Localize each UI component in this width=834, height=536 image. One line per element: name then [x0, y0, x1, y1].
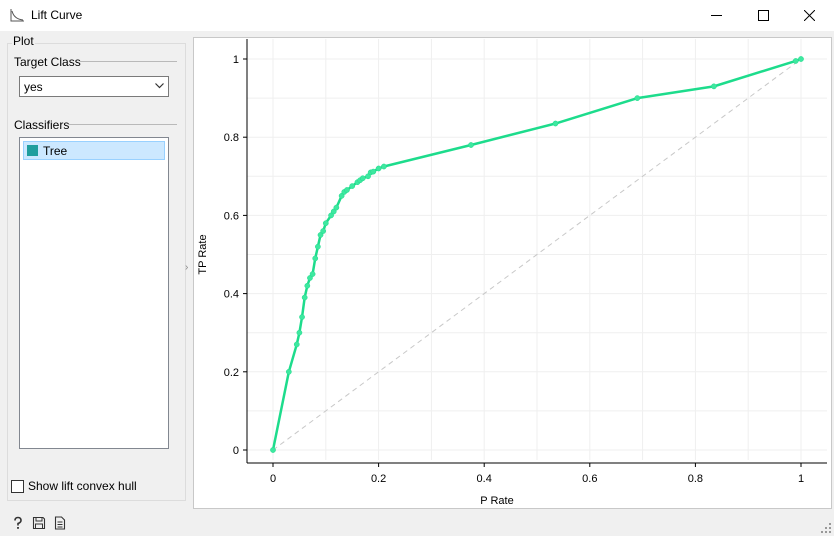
chevron-down-icon	[155, 83, 164, 89]
y-tick-label: 0.2	[224, 367, 239, 379]
curve-point	[375, 165, 382, 172]
target-class-select[interactable]: yes	[19, 76, 169, 97]
y-tick-label: 0.4	[224, 289, 239, 301]
title-bar: Lift Curve	[0, 0, 834, 31]
y-axis-title: TP Rate	[197, 234, 209, 274]
curve-point	[270, 447, 276, 453]
curve-point	[634, 95, 641, 101]
curve-point	[552, 120, 559, 127]
maximize-icon	[758, 10, 769, 21]
plot-area: 0 0.2 0.4 0.6 0.8 1 0 0.2 0.4 0.6 0.8 1 P Rate TP Rat…	[193, 37, 832, 509]
report-icon[interactable]	[53, 516, 67, 530]
curve-point	[301, 294, 308, 301]
x-tick-label: 0.8	[688, 473, 703, 485]
curve-point	[315, 243, 321, 250]
curve-point	[296, 329, 303, 336]
curve-point	[349, 183, 356, 189]
resize-grip-icon[interactable]	[821, 523, 831, 533]
classifiers-list[interactable]: Tree	[19, 137, 169, 449]
target-class-value: yes	[24, 80, 43, 94]
curve-point	[322, 220, 329, 227]
classifier-item-tree[interactable]: Tree	[23, 141, 165, 160]
x-tick-label: 0.4	[477, 473, 492, 485]
close-button[interactable]	[787, 0, 833, 31]
x-tick-label: 0	[270, 473, 276, 485]
convex-hull-checkbox[interactable]	[11, 480, 24, 493]
classifiers-divider	[68, 124, 177, 125]
minimize-button[interactable]	[694, 0, 740, 31]
save-icon[interactable]	[32, 516, 46, 530]
curve-point	[312, 255, 319, 262]
convex-hull-label: Show lift convex hull	[28, 479, 137, 493]
classifiers-label: Classifiers	[14, 118, 70, 132]
curve-point	[711, 83, 717, 90]
curve-point	[381, 163, 387, 170]
curve-point	[468, 142, 474, 148]
x-axis-title: P Rate	[480, 495, 513, 507]
minimize-icon	[711, 15, 722, 16]
target-class-label: Target Class	[14, 55, 81, 69]
status-bar	[0, 510, 834, 536]
close-icon	[804, 10, 815, 21]
curve-point	[320, 228, 327, 234]
curve-point	[299, 314, 305, 320]
maximize-button[interactable]	[741, 0, 787, 31]
curve-point	[798, 56, 804, 62]
curve-point	[293, 341, 300, 348]
curve-point	[285, 368, 292, 375]
classifier-color-swatch	[27, 145, 38, 156]
lift-curve-chart: 0 0.2 0.4 0.6 0.8 1 0 0.2 0.4 0.6 0.8 1 P Rate TP Rat…	[197, 39, 827, 507]
x-tick-label: 0.2	[371, 473, 386, 485]
y-tick-label: 0	[233, 445, 239, 457]
lift-curve-app-icon	[10, 9, 24, 22]
curve-point	[370, 168, 377, 175]
y-tick-label: 0.6	[224, 210, 239, 222]
y-tick-label: 0.8	[224, 132, 239, 144]
plot-group-label: Plot	[12, 34, 35, 48]
curve-point	[309, 271, 316, 277]
help-icon[interactable]	[11, 516, 25, 530]
curve-point	[304, 282, 311, 289]
x-tick-label: 1	[798, 473, 804, 485]
curve-point	[792, 58, 799, 64]
x-tick-label: 0.6	[582, 473, 597, 485]
panel-splitter-handle[interactable]: ›	[185, 262, 188, 273]
curve-point	[333, 204, 340, 211]
curve-point	[344, 187, 350, 193]
window-title: Lift Curve	[31, 8, 83, 22]
curve-point	[359, 175, 366, 182]
y-tick-label: 1	[233, 54, 239, 66]
classifier-item-label: Tree	[43, 144, 68, 158]
target-class-divider	[80, 61, 177, 62]
